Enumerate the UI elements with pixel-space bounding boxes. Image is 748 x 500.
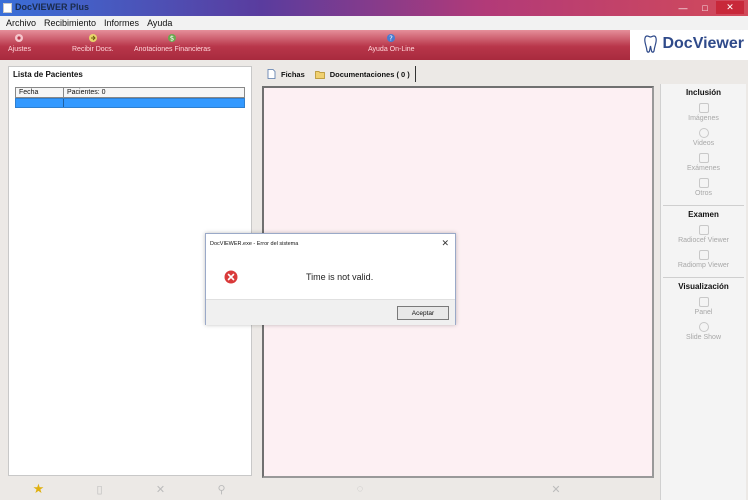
image-icon — [698, 103, 709, 113]
receive-docs-icon — [88, 34, 97, 42]
title-bar: DocVIEWER Plus — □ ✕ — [0, 0, 748, 16]
dialog-title: DocVIEWER.exe - Error del sistema — [210, 241, 299, 247]
menu-ayuda[interactable]: Ayuda — [143, 18, 176, 28]
column-header-fecha[interactable]: Fecha — [16, 88, 64, 97]
settings-icon — [15, 34, 24, 42]
refresh-icon[interactable]: ◌ — [353, 482, 367, 496]
dialog-close-icon[interactable]: ✕ — [441, 238, 449, 249]
maximize-button[interactable]: □ — [694, 1, 716, 14]
document-icon[interactable]: ▯ — [93, 482, 107, 496]
dialog-message: Time is not valid. — [306, 272, 374, 282]
toolbar-help-button[interactable]: ? Ayuda On-Line — [368, 33, 415, 53]
table-row-selected[interactable] — [15, 98, 245, 108]
app-window: DocVIEWER Plus — □ ✕ Archivo Recibimient… — [0, 0, 748, 500]
menu-archivo[interactable]: Archivo — [2, 18, 40, 28]
column-header-pacientes[interactable]: Pacientes: 0 — [64, 88, 244, 97]
toolbar-settings-label: Ajustes — [8, 46, 31, 53]
window-title: DocVIEWER Plus — [15, 2, 90, 12]
error-icon — [224, 270, 238, 284]
sidebar-item-label: Imágenes — [688, 115, 719, 122]
toolbar-finance-label: Anotaciones Financieras — [134, 46, 211, 53]
sidebar-item-label: Otros — [694, 190, 713, 197]
patients-grid-header: Fecha Pacientes: 0 — [15, 87, 245, 98]
brand-logo: DocViewer — [644, 35, 744, 53]
sidebar-item-label: Radiomp Viewer — [677, 262, 730, 269]
sidebar-item-imagenes[interactable]: Imágenes — [661, 103, 746, 122]
error-dialog: DocVIEWER.exe - Error del sistema ✕ Time… — [205, 233, 456, 325]
menu-recibimiento[interactable]: Recibimiento — [40, 18, 100, 28]
folder-icon — [314, 70, 325, 79]
sidebar-item-panel[interactable]: Panel — [661, 297, 746, 316]
radiomp-icon — [698, 250, 709, 260]
tab-fichas-label: Fichas — [281, 69, 305, 79]
menu-bar: Archivo Recibimiento Informes Ayuda — [0, 16, 748, 30]
svg-text:?: ? — [389, 35, 393, 43]
section-title-visualizacion: Visualización — [678, 282, 729, 291]
sidebar-item-label: Exámenes — [686, 165, 721, 172]
viewer-footer-toolbar: ◌ ✕ — [262, 478, 654, 500]
logo-text: DocViewer — [662, 35, 744, 52]
section-title-examen: Examen — [688, 210, 719, 219]
other-docs-icon — [698, 178, 709, 188]
slideshow-icon — [698, 322, 709, 332]
window-controls: — □ ✕ — [672, 1, 744, 14]
close-button[interactable]: ✕ — [716, 1, 744, 14]
help-icon: ? — [387, 34, 396, 43]
tab-fichas[interactable]: Fichas — [262, 66, 310, 82]
table-cell — [16, 99, 64, 107]
tab-bar: Fichas Documentaciones ( 0 ) — [262, 66, 416, 82]
tab-documentaciones[interactable]: Documentaciones ( 0 ) — [310, 66, 416, 82]
tooth-logo-icon — [644, 35, 658, 53]
minimize-button[interactable]: — — [672, 1, 694, 14]
search-icon[interactable]: ⚲ — [215, 482, 229, 496]
menu-informes[interactable]: Informes — [100, 18, 143, 28]
exam-icon — [698, 153, 709, 163]
ok-button[interactable]: Aceptar — [397, 306, 449, 320]
sidebar-item-examenes[interactable]: Exámenes — [661, 153, 746, 172]
app-icon — [3, 3, 12, 13]
sidebar-item-videos[interactable]: Videos — [661, 128, 746, 147]
video-icon — [698, 128, 709, 138]
sidebar-item-label: Radiocef Viewer — [678, 237, 729, 244]
sidebar-item-label: Panel — [694, 309, 713, 316]
toolbar-receive-docs-label: Recibir Docs. — [72, 46, 114, 53]
document-icon — [267, 69, 276, 79]
tab-documentaciones-label: Documentaciones ( 0 ) — [329, 69, 410, 79]
dialog-footer: Aceptar — [206, 299, 455, 325]
sidebar-item-slide-show[interactable]: Slide Show — [661, 322, 746, 341]
section-title-inclusion: Inclusión — [685, 88, 722, 97]
patients-footer-toolbar: ★ ▯ ✕ ⚲ — [8, 478, 252, 500]
sidebar-item-radiomp-viewer[interactable]: Radiomp Viewer — [661, 250, 746, 269]
finance-icon: $ — [168, 34, 177, 43]
close-icon[interactable]: ✕ — [154, 482, 168, 496]
toolbar-help-label: Ayuda On-Line — [368, 46, 415, 53]
star-icon[interactable]: ★ — [32, 481, 46, 496]
sidebar-item-label: Slide Show — [685, 334, 722, 341]
radiocef-icon — [698, 225, 709, 235]
sidebar-item-label: Videos — [692, 140, 715, 147]
close-icon[interactable]: ✕ — [549, 482, 563, 496]
patients-panel-title: Lista de Pacientes — [13, 70, 83, 79]
patients-grid: Fecha Pacientes: 0 — [15, 87, 245, 108]
toolbar-settings-button[interactable]: Ajustes — [8, 33, 31, 53]
actions-sidebar: Inclusión Imágenes Videos Exámenes Otros… — [660, 84, 746, 500]
toolbar-receive-docs-button[interactable]: Recibir Docs. — [72, 33, 114, 53]
panel-icon — [698, 297, 709, 307]
sidebar-item-otros[interactable]: Otros — [661, 178, 746, 197]
sidebar-item-radiocef-viewer[interactable]: Radiocef Viewer — [661, 225, 746, 244]
toolbar-finance-button[interactable]: $ Anotaciones Financieras — [134, 33, 211, 53]
svg-text:$: $ — [170, 35, 174, 43]
